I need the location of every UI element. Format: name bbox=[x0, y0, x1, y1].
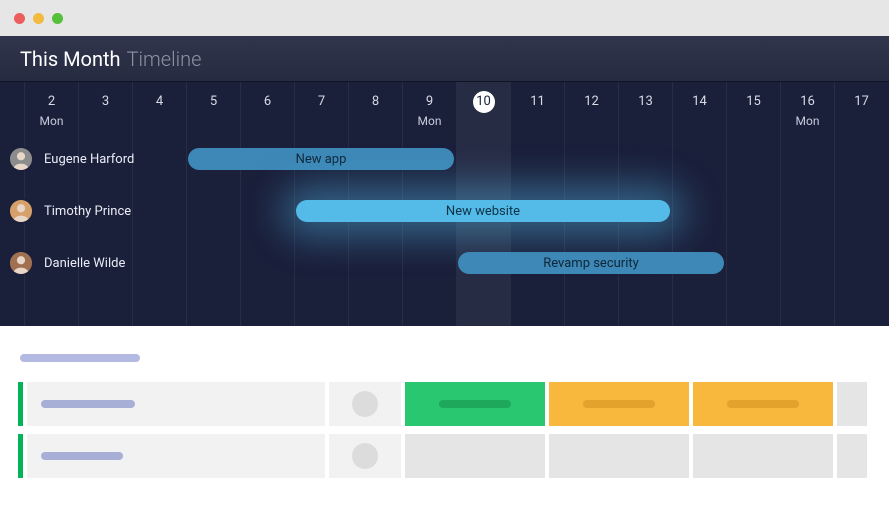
person-row: Danielle Wilde bbox=[0, 238, 889, 288]
day-number: 3 bbox=[79, 94, 132, 109]
day-number: 2 bbox=[25, 94, 78, 109]
day-number: 15 bbox=[727, 94, 780, 109]
person-name: Danielle Wilde bbox=[44, 256, 125, 271]
maximize-window-button[interactable] bbox=[52, 13, 63, 24]
avatar[interactable] bbox=[10, 200, 32, 222]
avatar[interactable] bbox=[10, 252, 32, 274]
day-number: 14 bbox=[673, 94, 726, 109]
person-placeholder-icon bbox=[352, 443, 378, 469]
day-number: 16 bbox=[781, 94, 834, 109]
status-cell[interactable] bbox=[837, 434, 867, 478]
row-title-cell[interactable] bbox=[27, 434, 325, 478]
day-number: 11 bbox=[511, 94, 564, 109]
status-cell[interactable] bbox=[837, 382, 867, 426]
timeline-body: 2Mon3456789Mon10111213141516Mon17 Eugene… bbox=[0, 82, 889, 326]
day-weekday-label: Mon bbox=[781, 114, 834, 128]
board-row[interactable] bbox=[18, 382, 871, 426]
day-weekday-label: Mon bbox=[403, 114, 456, 128]
task-bar[interactable]: Revamp security bbox=[458, 252, 724, 274]
group-title-placeholder bbox=[20, 354, 140, 362]
day-number: 4 bbox=[133, 94, 186, 109]
day-weekday-label: Mon bbox=[25, 114, 78, 128]
day-number: 6 bbox=[241, 94, 294, 109]
day-number: 8 bbox=[349, 94, 402, 109]
status-cell[interactable] bbox=[693, 434, 833, 478]
people-cell[interactable] bbox=[329, 434, 401, 478]
status-cell[interactable] bbox=[693, 382, 833, 426]
day-number: 7 bbox=[295, 94, 348, 109]
row-title-cell[interactable] bbox=[27, 382, 325, 426]
task-bar[interactable]: New app bbox=[188, 148, 454, 170]
minimize-window-button[interactable] bbox=[33, 13, 44, 24]
status-label-placeholder bbox=[439, 400, 511, 408]
row-accent bbox=[18, 434, 23, 478]
page-title: This Month bbox=[20, 47, 121, 71]
day-number: 5 bbox=[187, 94, 240, 109]
close-window-button[interactable] bbox=[14, 13, 25, 24]
day-number: 10 bbox=[457, 94, 510, 109]
day-number: 17 bbox=[835, 94, 888, 109]
board-grid bbox=[0, 326, 889, 478]
status-label-placeholder bbox=[727, 400, 799, 408]
row-accent bbox=[18, 382, 23, 426]
task-bar[interactable]: New website bbox=[296, 200, 670, 222]
person-placeholder-icon bbox=[352, 391, 378, 417]
day-number: 9 bbox=[403, 94, 456, 109]
person-name: Timothy Prince bbox=[44, 204, 131, 219]
group-header[interactable] bbox=[18, 346, 871, 370]
people-cell[interactable] bbox=[329, 382, 401, 426]
day-number: 13 bbox=[619, 94, 672, 109]
window-chrome bbox=[0, 0, 889, 36]
avatar[interactable] bbox=[10, 148, 32, 170]
status-cell[interactable] bbox=[405, 434, 545, 478]
row-title-placeholder bbox=[41, 452, 123, 460]
status-cell[interactable] bbox=[549, 434, 689, 478]
timeline-header: This Month Timeline bbox=[0, 36, 889, 82]
status-label-placeholder bbox=[583, 400, 655, 408]
timeline-app: This Month Timeline 2Mon3456789Mon101112… bbox=[0, 36, 889, 326]
day-number: 12 bbox=[565, 94, 618, 109]
status-cell[interactable] bbox=[549, 382, 689, 426]
person-name: Eugene Harford bbox=[44, 152, 134, 167]
status-cell[interactable] bbox=[405, 382, 545, 426]
page-subtitle: Timeline bbox=[127, 47, 202, 71]
row-title-placeholder bbox=[41, 400, 135, 408]
board-row[interactable] bbox=[18, 434, 871, 478]
